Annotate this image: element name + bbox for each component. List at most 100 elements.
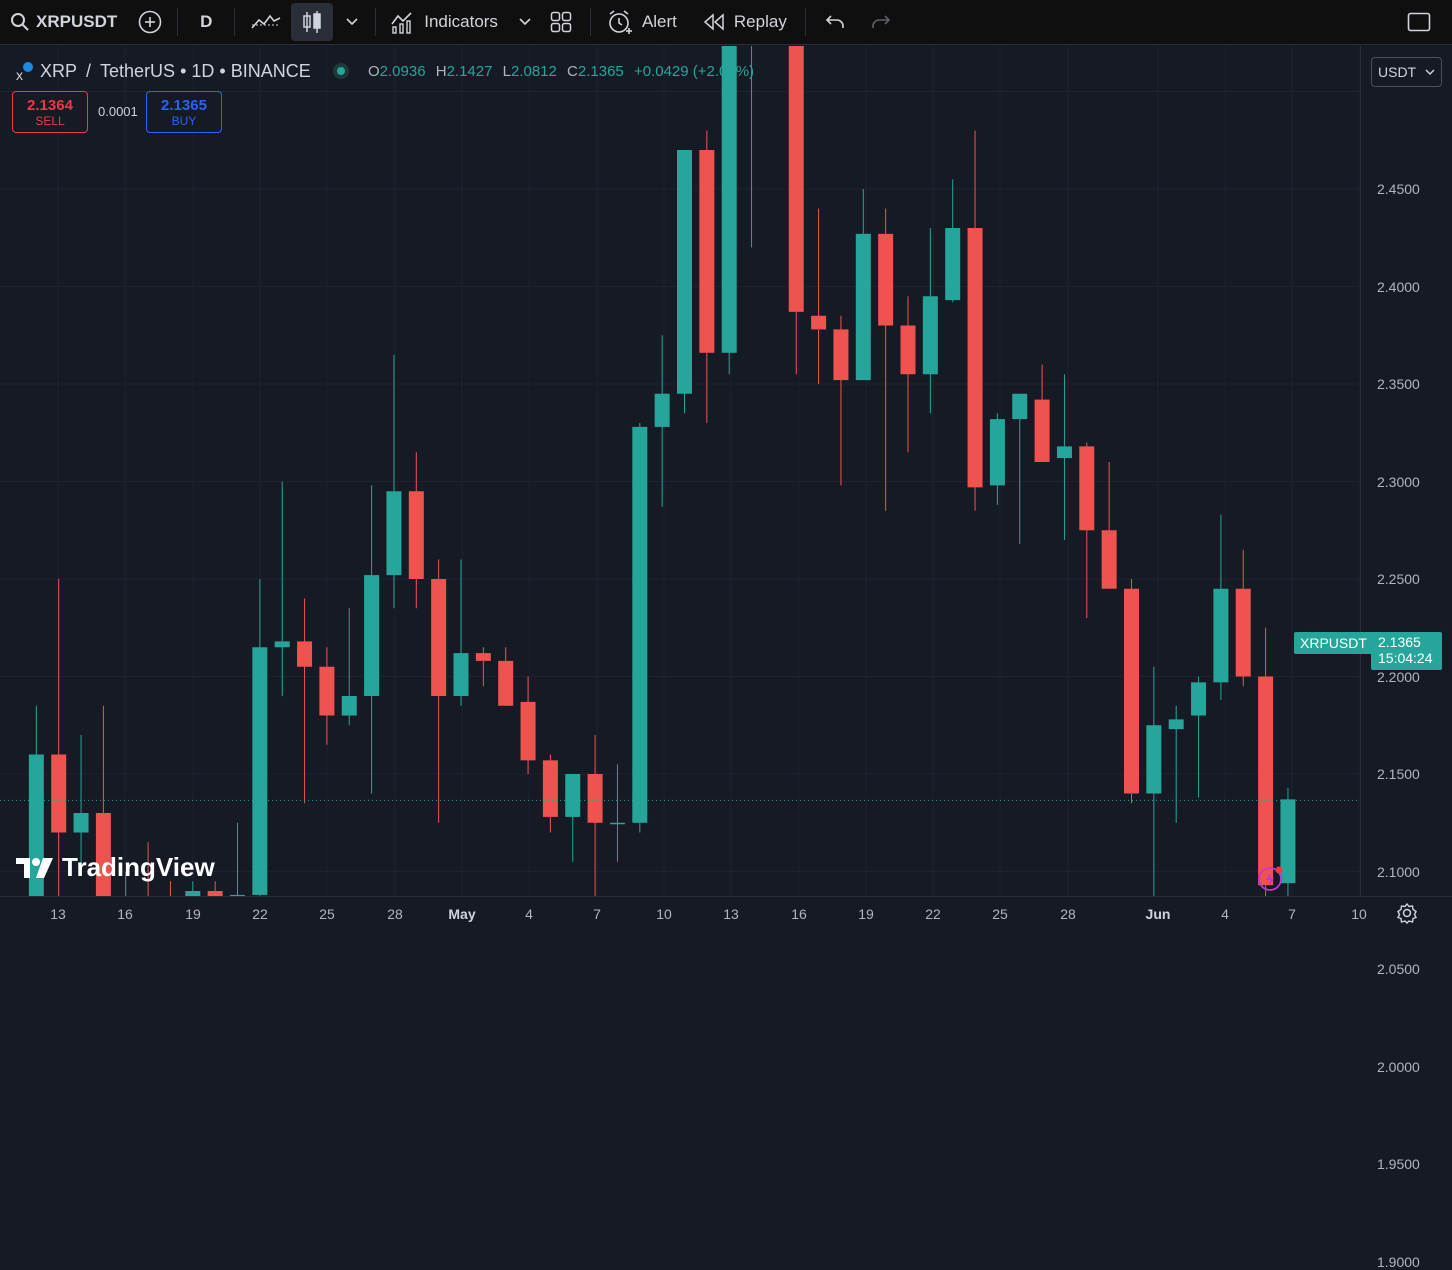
svg-text:x: x (16, 67, 23, 82)
time-tick-label: 16 (791, 906, 807, 922)
last-price-symbol-label: XRPUSDT (1294, 632, 1373, 654)
candles-chart-type-button[interactable] (291, 3, 334, 41)
top-toolbar: XRPUSDT D Indicators Alert Replay (0, 0, 1452, 45)
chart-legend[interactable]: x XRP / TetherUS • 1D • BINANCE (14, 60, 349, 82)
time-tick-label: 22 (252, 906, 268, 922)
candle-body (1235, 588, 1251, 677)
redo-button[interactable] (866, 3, 896, 41)
legend-interval: 1D (191, 60, 215, 81)
candle-body (408, 491, 424, 579)
change-value: +0.0429 (+2.05%) (633, 63, 755, 80)
grid-layout-icon (550, 11, 572, 33)
layout-templates-button[interactable] (546, 3, 576, 41)
candle-body (341, 696, 357, 716)
close-key: C (567, 63, 578, 80)
candle-body (833, 329, 849, 381)
price-tick-label: 2.0000 (1377, 1058, 1420, 1075)
candle-body (900, 325, 916, 375)
time-tick-label: 7 (593, 906, 601, 922)
quick-action-button[interactable] (1257, 865, 1285, 898)
candle-body (945, 228, 961, 301)
price-tick-label: 2.4500 (1377, 181, 1420, 197)
sell-button[interactable]: 2.1364 SELL (12, 91, 88, 133)
candle-body (73, 813, 89, 833)
bar-countdown: 15:04:24 (1378, 650, 1433, 666)
xrp-logo-icon: x (16, 62, 33, 82)
time-tick-label: 25 (319, 906, 335, 922)
toolbar-divider (375, 8, 377, 36)
time-tick-label: 28 (387, 906, 403, 922)
time-tick-label: 19 (185, 906, 201, 922)
candle-body (498, 660, 514, 706)
candle-body (967, 228, 983, 488)
toolbar-divider (804, 8, 806, 36)
candle-body (1079, 446, 1095, 531)
candle-body (520, 701, 536, 761)
candle-body (1012, 393, 1028, 420)
time-tick-label: 25 (992, 906, 1008, 922)
candlestick-icon (303, 11, 321, 33)
brand-name: TradingView (62, 852, 215, 882)
candle-body (453, 653, 469, 696)
legend-dot: • (219, 60, 226, 81)
fullscreen-button[interactable] (1404, 3, 1434, 41)
candle-body (1213, 588, 1229, 683)
spread-value: 0.0001 (98, 104, 138, 119)
replay-button[interactable]: Replay (703, 3, 787, 41)
candle-body (252, 647, 268, 895)
tradingview-logo[interactable]: TradingView (16, 852, 215, 883)
fullscreen-icon (1407, 12, 1431, 32)
chevron-down-icon (519, 18, 531, 26)
search-icon (11, 13, 29, 31)
time-tick-label: 22 (925, 906, 941, 922)
undo-button[interactable] (820, 3, 850, 41)
time-tick-label: 10 (656, 906, 672, 922)
candle-body (542, 760, 558, 817)
candle-body (431, 579, 447, 696)
open-key: O (368, 63, 380, 80)
sell-label: SELL (35, 113, 65, 128)
sell-price: 2.1364 (27, 96, 73, 114)
price-tick-label: 2.4000 (1377, 278, 1420, 295)
price-tick-label: 1.9500 (1377, 1156, 1420, 1172)
symbol-search[interactable]: XRPUSDT (10, 12, 117, 32)
candle-body (811, 315, 827, 330)
indicators-dropdown[interactable] (518, 3, 532, 41)
candle-body (319, 666, 335, 716)
candle-body (654, 393, 670, 427)
candle-body (1034, 399, 1050, 462)
undo-icon (825, 15, 844, 28)
plus-circle-icon (138, 10, 162, 34)
candlestick-chart[interactable] (0, 46, 1360, 896)
compare-symbol-button[interactable] (137, 3, 163, 41)
time-tick-label: 13 (50, 906, 66, 922)
tradingview-logo-icon (16, 857, 53, 878)
market-open-dot (336, 67, 345, 75)
chart-type-dropdown[interactable] (337, 3, 367, 41)
axis-settings-button[interactable] (1396, 902, 1418, 929)
price-tick-label: 2.1000 (1377, 863, 1420, 880)
candle-body (364, 575, 380, 696)
alert-button[interactable]: Alert (607, 3, 677, 41)
candle-body (721, 46, 737, 353)
line-chart-type-button[interactable] (245, 3, 287, 41)
candle-body (587, 774, 603, 823)
market-status-icon[interactable] (332, 63, 349, 79)
symbol-name: XRPUSDT (36, 12, 118, 31)
chevron-down-icon (346, 18, 358, 26)
indicators-button[interactable]: Indicators (390, 3, 498, 41)
time-tick-label: 19 (858, 906, 874, 922)
time-tick-label: 28 (1060, 906, 1076, 922)
legend-slash: / (86, 60, 92, 81)
interval-button[interactable]: D (178, 3, 234, 41)
buy-button[interactable]: 2.1365 BUY (146, 91, 222, 133)
legend-dot: • (180, 60, 187, 81)
candle-body (386, 491, 402, 576)
candle-body (297, 641, 313, 667)
chevron-down-icon (1425, 69, 1435, 75)
currency-select[interactable]: USDT (1371, 57, 1442, 87)
price-tick-label: 2.3000 (1377, 473, 1420, 490)
price-tick-label: 2.3500 (1377, 376, 1420, 392)
price-tick-label: 2.2000 (1377, 668, 1420, 685)
candle-body (274, 641, 290, 648)
